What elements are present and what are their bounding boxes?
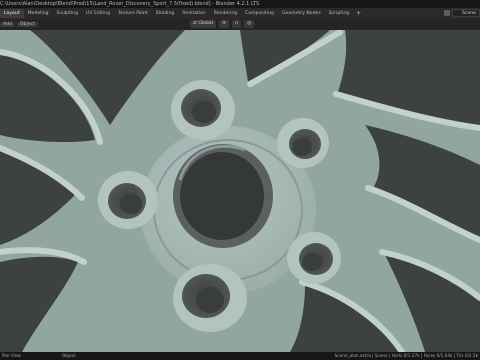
scene-icon (444, 10, 450, 16)
status-bar: Pan View Object Scene_alan.extra | Scene… (0, 352, 480, 360)
scene-statistics: Scene_alan.extra | Scene | Verts 0/1.27k… (334, 353, 478, 358)
3d-viewport[interactable] (0, 30, 480, 352)
proportional-editing-toggle[interactable]: ◎ (244, 20, 255, 28)
transform-orientation-dropdown[interactable]: ⇄ Global (190, 20, 216, 28)
tab-uv-editing[interactable]: UV Editing (82, 9, 114, 18)
wheel-render (0, 30, 480, 352)
transform-controls: ⇄ Global ⊙ ∩ ◎ (190, 20, 255, 28)
workspace-tab-bar: Layout Modeling Sculpting UV Editing Tex… (0, 8, 480, 19)
scene-selector[interactable]: Scene (452, 9, 480, 17)
add-workspace-button[interactable]: + (353, 10, 364, 17)
proportional-icon: ◎ (247, 21, 252, 26)
status-hint-left: Pan View (2, 353, 21, 358)
center-bore (173, 144, 273, 248)
status-hint-middle: Object (62, 353, 76, 358)
window-titlebar: C:\Users\Alan\Desktop\Blend\Prod\15\Land… (0, 0, 480, 8)
tab-geometry-nodes[interactable]: Geometry Nodes (278, 9, 325, 18)
object-menu[interactable]: Object (16, 22, 38, 27)
tab-rendering[interactable]: Rendering (210, 9, 241, 18)
tab-sculpting[interactable]: Sculpting (53, 9, 82, 18)
lug-hole-top (171, 80, 235, 140)
lug-hole-bottom-right (287, 232, 341, 284)
tab-modeling[interactable]: Modeling (24, 9, 53, 18)
lug-hole-left (98, 171, 158, 229)
tab-scripting[interactable]: Scripting (325, 9, 353, 18)
orientation-icon: ⇄ (193, 21, 197, 26)
window-title: C:\Users\Alan\Desktop\Blend\Prod\15\Land… (0, 1, 260, 7)
add-menu[interactable]: Add (0, 22, 15, 27)
lug-hole-right (277, 118, 329, 168)
tab-compositing[interactable]: Compositing (241, 9, 278, 18)
orientation-label: Global (198, 21, 213, 26)
lug-hole-bottom (173, 264, 247, 332)
tab-texture-paint[interactable]: Texture Paint (114, 9, 152, 18)
pivot-icon: ⊙ (221, 21, 226, 26)
tab-shading[interactable]: Shading (152, 9, 179, 18)
magnet-icon: ∩ (234, 21, 239, 26)
tab-animation[interactable]: Animation (178, 9, 209, 18)
snap-toggle[interactable]: ∩ (231, 20, 242, 28)
pivot-point-dropdown[interactable]: ⊙ (218, 20, 229, 28)
tab-layout[interactable]: Layout (0, 9, 24, 18)
